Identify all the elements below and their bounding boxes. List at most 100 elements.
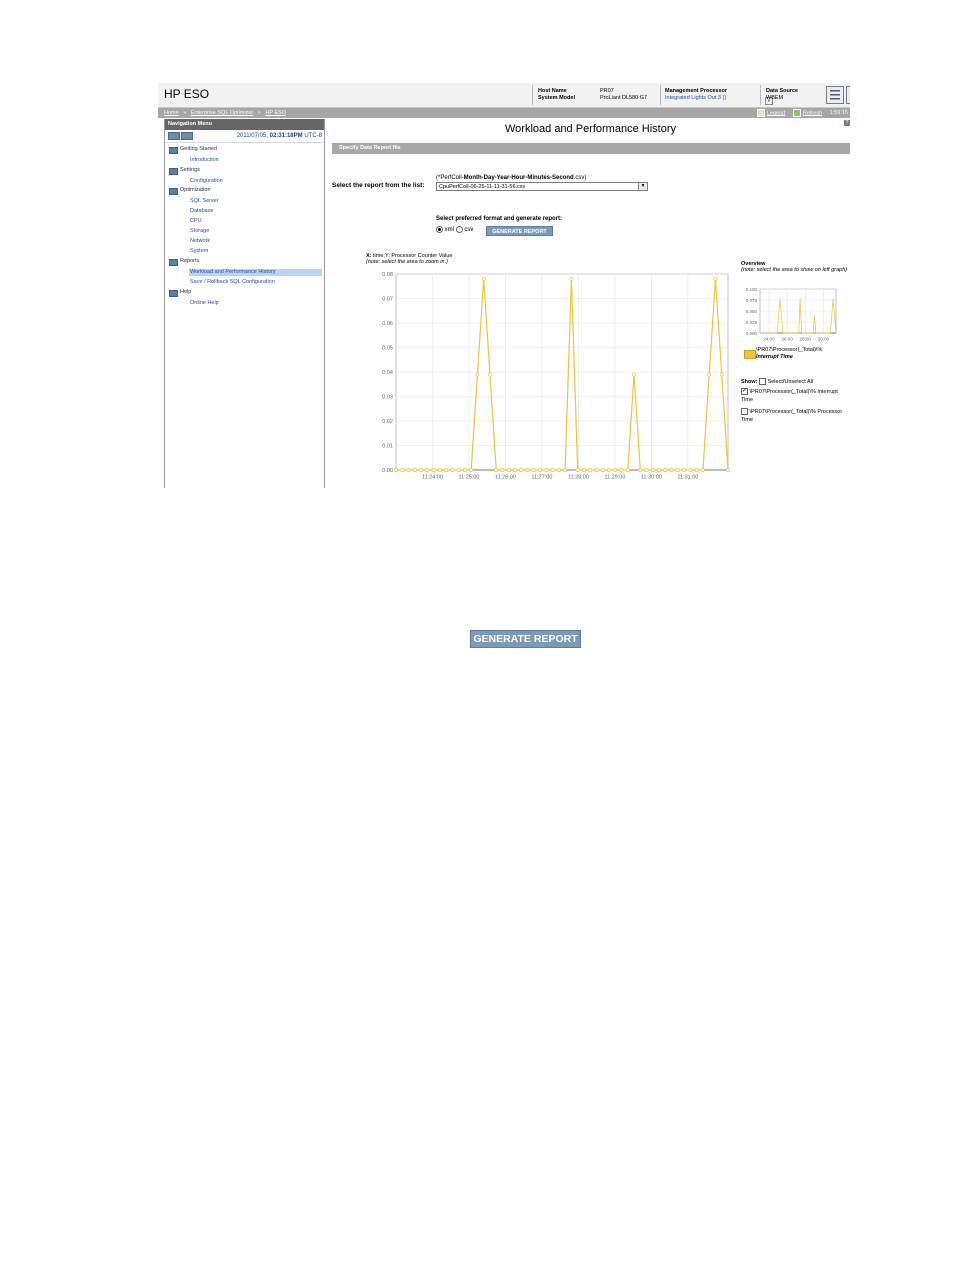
collapse-icon[interactable]	[169, 259, 178, 266]
chevron-down-icon[interactable]: ▼	[638, 183, 647, 190]
legend-icon	[756, 109, 765, 117]
nav-item-sql-server[interactable]: SQL Server	[190, 198, 219, 205]
data-point	[444, 468, 449, 472]
data-point	[588, 468, 593, 472]
x-tick-label: 11:26:00	[495, 475, 516, 481]
breadcrumb-separator: »	[183, 110, 187, 116]
breadcrumb-hp-eso[interactable]: HP ESO	[265, 110, 286, 116]
data-point	[619, 468, 624, 472]
collapse-icon[interactable]	[169, 188, 178, 195]
series-checkbox-interrupt[interactable]	[741, 387, 748, 396]
list-view-icon[interactable]	[826, 86, 844, 104]
data-point	[394, 468, 398, 472]
collapse-all-button[interactable]	[181, 132, 193, 140]
data-point	[525, 468, 530, 472]
series-label-interrupt: \PR07\Processor(_Total)\% Interrupt Time	[741, 389, 838, 403]
data-point	[719, 372, 724, 377]
data-point	[419, 468, 424, 472]
x-tick-label: 11:30:00	[641, 475, 662, 481]
series-toggle-processor: \PR07\Processor(_Total)\% Processor Time	[741, 408, 849, 424]
file-format-hint: (*PerfColl-Month-Day-Year-Hour-Minutes-S…	[436, 175, 586, 181]
nav-group-settings[interactable]: Settings	[180, 167, 200, 174]
format-radio-csv[interactable]	[455, 226, 463, 233]
format-radio-xml[interactable]	[436, 226, 443, 233]
data-point	[688, 468, 693, 472]
data-point	[675, 468, 680, 472]
expand-all-button[interactable]	[168, 132, 180, 140]
x-tick-label: 11:27:00	[531, 475, 552, 481]
y-tick-label: 0.02	[382, 419, 393, 425]
y-tick-label: 0.06	[382, 321, 393, 327]
data-point	[494, 468, 499, 472]
nav-group-getting-started[interactable]: Getting Started	[180, 146, 217, 153]
nav-item-cpu[interactable]: CPU	[190, 218, 202, 225]
data-point	[600, 468, 605, 472]
app-title: HP ESO	[164, 87, 210, 101]
y-tick-label: 0.08	[382, 272, 393, 278]
system-model-value: ProLiant DL580 G7	[600, 95, 648, 101]
nav-item-storage[interactable]: Storage	[190, 228, 209, 235]
x-tick-label: 11:29:00	[604, 475, 625, 481]
data-point	[556, 468, 561, 472]
data-point	[644, 468, 649, 472]
overview-chart[interactable]: 0.000 0.025 0.050 0.075 0.100 24:00 26:00 28:00…	[738, 283, 838, 343]
data-point	[613, 468, 618, 472]
nav-group-reports[interactable]: Reports	[180, 258, 199, 265]
collapse-icon[interactable]	[169, 290, 178, 297]
legend-swatch	[744, 350, 756, 359]
nav-item-database[interactable]: Database	[190, 208, 214, 215]
data-point	[694, 468, 699, 472]
x-tick-label: 30:00	[818, 337, 830, 342]
data-point	[713, 276, 718, 281]
generate-report-button[interactable]: GENERATE REPORT	[486, 226, 553, 236]
nav-item-network[interactable]: Network	[190, 238, 210, 245]
performance-line-chart[interactable]: 0.00 0.01 0.02 0.03 0.04 0.05 0.06 0.07 0.08 11:2…	[358, 263, 738, 488]
data-point	[657, 468, 662, 472]
data-point	[456, 468, 461, 472]
breadcrumb-eso[interactable]: Enterprise SQL Optimizer	[191, 110, 253, 116]
nav-item-system[interactable]: System	[190, 248, 208, 255]
nav-item-save-rollback[interactable]: Save / Rollback SQL Configuration	[190, 279, 275, 286]
breadcrumb-separator: »	[257, 110, 261, 116]
nav-item-online-help[interactable]: Online Help	[190, 300, 219, 307]
nav-toolbar: 2011/07/05, 02:31:18PM UTC-8	[165, 130, 324, 143]
nav-timezone: UTC-8	[304, 133, 322, 139]
data-point	[412, 468, 417, 472]
data-source-value: WBEM	[766, 95, 784, 101]
nav-item-configuration[interactable]: Configuration	[190, 178, 223, 185]
data-point	[663, 468, 668, 472]
format-hint-suffix: .csv)	[573, 175, 587, 181]
data-point	[469, 468, 474, 472]
data-point	[462, 468, 467, 472]
top-header: HP ESO Host Name System Model PR07 ProLi…	[158, 83, 850, 108]
y-tick-label: 0.100	[746, 287, 758, 292]
panel-icon[interactable]	[846, 86, 850, 104]
y-tick-label: 0.03	[382, 394, 393, 400]
select-all-checkbox[interactable]	[759, 378, 767, 385]
data-point	[726, 468, 730, 472]
nav-item-introduction[interactable]: Introduction	[190, 157, 219, 164]
data-point	[538, 468, 543, 472]
report-file-select[interactable]: CpuPerfColl-06-25-11-11-31-56.csv ▼	[436, 182, 648, 191]
x-tick-label: 26:00	[782, 337, 794, 342]
page-title: Workload and Performance History	[505, 123, 676, 135]
nav-group-help[interactable]: Help	[180, 289, 191, 296]
refresh-link[interactable]: Refresh	[803, 110, 822, 116]
data-point	[700, 468, 705, 472]
data-point	[500, 468, 505, 472]
breadcrumb: Home » Enterprise SQL Optimizer » HP ESO	[164, 110, 286, 116]
nav-item-workload-history[interactable]: Workload and Performance History	[189, 269, 322, 276]
series-checkbox-processor[interactable]	[741, 408, 748, 416]
collapse-icon[interactable]	[169, 168, 178, 175]
data-point	[544, 468, 549, 472]
selected-file: CpuPerfColl-06-25-11-11-31-56.csv	[439, 184, 526, 190]
generate-report-button-large[interactable]: GENERATE REPORT	[470, 630, 581, 648]
breadcrumb-home[interactable]: Home	[164, 110, 179, 116]
mp-link[interactable]: Integrated Lights Out 3 ()	[665, 95, 726, 101]
legend-link[interactable]: Legend	[767, 110, 785, 116]
data-point	[481, 276, 486, 281]
nav-group-optimization[interactable]: Optimization	[180, 187, 211, 194]
collapse-icon[interactable]	[169, 147, 178, 154]
breadcrumb-bar: Home » Enterprise SQL Optimizer » HP ESO…	[158, 108, 850, 118]
breadcrumb-tools: Legend Refresh 1:59:15	[756, 109, 848, 117]
